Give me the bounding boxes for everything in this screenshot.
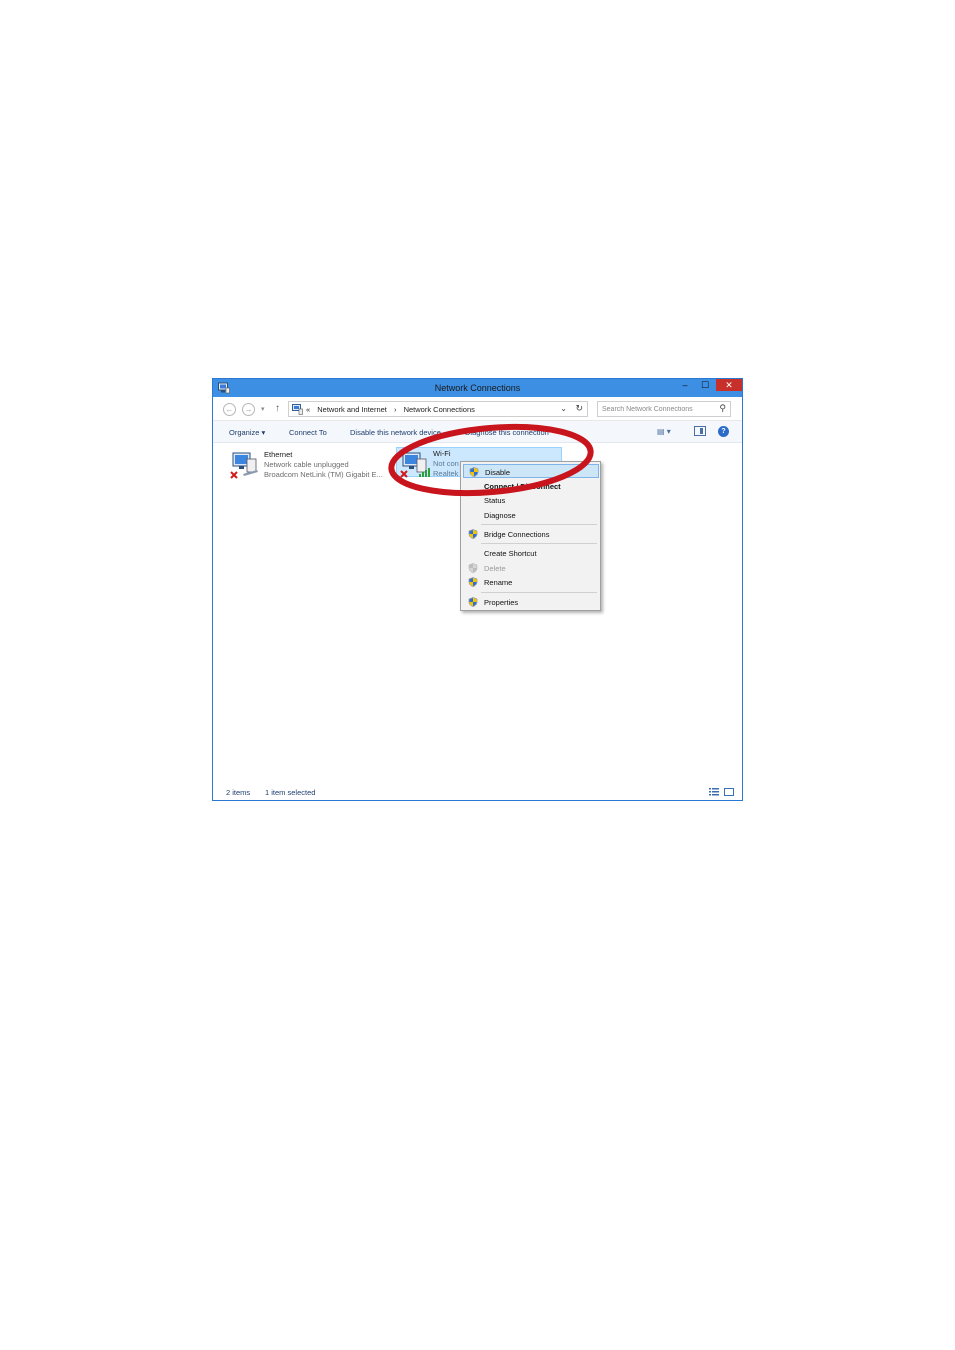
title-bar[interactable]: Network Connections – ☐ ✕ — [213, 379, 742, 397]
menu-separator — [481, 592, 597, 593]
address-history-chevron-icon[interactable]: ⌄ — [560, 404, 567, 413]
close-button[interactable]: ✕ — [716, 379, 742, 391]
minimize-button[interactable]: – — [675, 379, 695, 391]
menu-item-status[interactable]: Status — [463, 493, 599, 507]
menu-item-disable[interactable]: Disable — [463, 464, 599, 478]
breadcrumb-network-connections[interactable]: Network Connections — [404, 405, 475, 414]
selection-count: 1 item selected — [265, 788, 316, 797]
menu-item-label: Diagnose — [484, 511, 516, 520]
details-view-icon[interactable] — [709, 788, 719, 796]
connection-device: Realtek — [433, 469, 459, 478]
connect-to-button[interactable]: Connect To — [289, 428, 327, 437]
menu-item-label: Connect / Disconnect — [484, 482, 561, 491]
connection-name: Ethernet — [264, 450, 293, 459]
large-icons-view-icon[interactable] — [724, 788, 734, 796]
back-arrow-icon[interactable]: ← — [223, 403, 236, 416]
window-title: Network Connections — [434, 383, 521, 393]
uac-shield-icon — [469, 467, 479, 477]
search-box[interactable]: ⚲ — [597, 401, 731, 417]
menu-separator — [481, 543, 597, 544]
uac-shield-icon — [468, 529, 478, 539]
menu-item-connect-disconnect[interactable]: Connect / Disconnect — [463, 479, 599, 493]
refresh-icon[interactable]: ↻ — [575, 403, 583, 414]
navigation-bar: ← → ▾ ↑ « Network and Internet › Network… — [213, 397, 742, 421]
disable-device-button[interactable]: Disable this network device — [350, 428, 441, 437]
connection-device: Broadcom NetLink (TM) Gigabit E... — [264, 470, 383, 479]
menu-item-properties[interactable]: Properties — [463, 595, 599, 609]
control-panel-icon — [292, 404, 303, 415]
network-adapter-icon — [230, 452, 258, 479]
menu-item-label: Delete — [484, 564, 506, 573]
uac-shield-icon — [468, 563, 478, 573]
breadcrumb-prefix[interactable]: « — [306, 405, 310, 414]
menu-separator — [481, 524, 597, 525]
preview-pane-icon[interactable] — [694, 426, 706, 436]
menu-item-delete: Delete — [463, 561, 599, 575]
breadcrumb-network-and-internet[interactable]: Network and Internet — [317, 405, 387, 414]
breadcrumb-separator: › — [393, 405, 397, 414]
menu-item-label: Rename — [484, 578, 513, 587]
organize-button[interactable]: Organize ▾ — [229, 428, 265, 437]
menu-item-diagnose[interactable]: Diagnose — [463, 508, 599, 522]
uac-shield-icon — [468, 597, 478, 607]
item-count: 2 items — [226, 788, 251, 797]
forward-arrow-icon[interactable]: → — [242, 403, 255, 416]
up-arrow-icon[interactable]: ↑ — [275, 403, 280, 414]
breadcrumb: « Network and Internet › Network Connect… — [306, 405, 480, 414]
menu-item-label: Properties — [484, 598, 519, 607]
status-bar: 2 items 1 item selected — [213, 783, 742, 800]
menu-item-label: Status — [484, 496, 506, 505]
search-input[interactable] — [602, 404, 712, 415]
menu-item-create-shortcut[interactable]: Create Shortcut — [463, 546, 599, 560]
maximize-button[interactable]: ☐ — [695, 379, 715, 391]
menu-item-rename[interactable]: Rename — [463, 575, 599, 589]
connection-status: Not con — [433, 459, 459, 468]
menu-item-label: Disable — [485, 468, 511, 477]
search-icon[interactable]: ⚲ — [719, 403, 726, 414]
connection-status: Network cable unplugged — [264, 460, 349, 469]
diagnose-connection-button[interactable]: Diagnose this connection — [465, 428, 549, 437]
menu-item-label: Create Shortcut — [484, 549, 537, 558]
connection-item-ethernet[interactable]: Ethernet Network cable unplugged Broadco… — [227, 448, 392, 482]
menu-item-label: Bridge Connections — [484, 530, 550, 539]
menu-item-bridge-connections[interactable]: Bridge Connections — [463, 527, 599, 541]
more-commands-button[interactable]: » — [569, 428, 573, 437]
command-bar: Organize ▾ Connect To Disable this netwo… — [213, 421, 742, 443]
address-bar[interactable]: « Network and Internet › Network Connect… — [288, 401, 588, 417]
views-icon[interactable]: ▤ ▾ — [657, 427, 679, 437]
network-adapter-icon — [400, 452, 430, 478]
context-menu: Disable Connect / Disconnect Status Diag… — [460, 461, 601, 611]
help-icon[interactable]: ? — [718, 426, 729, 437]
connection-name: Wi-Fi — [433, 449, 451, 458]
uac-shield-icon — [468, 577, 478, 587]
recent-locations-dropdown[interactable]: ▾ — [261, 405, 265, 413]
